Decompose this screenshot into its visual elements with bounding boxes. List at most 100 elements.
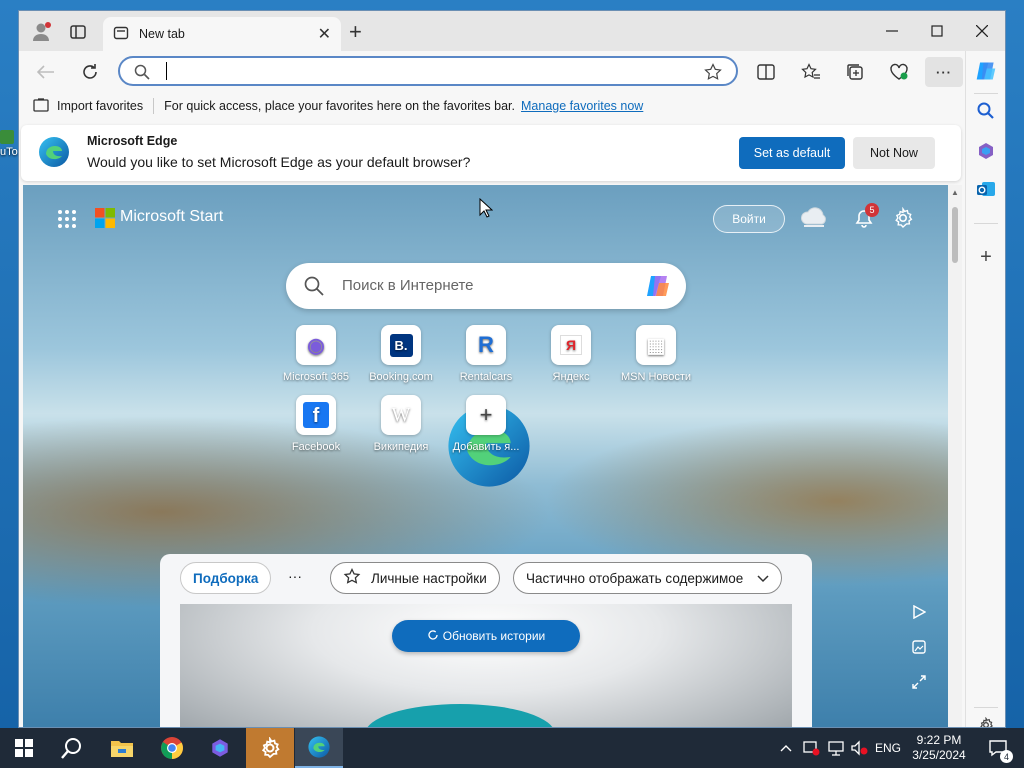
- copilot-taskbar-icon[interactable]: [196, 728, 244, 768]
- weather-cloud-icon[interactable]: [800, 206, 828, 231]
- quick-link-wikipedia[interactable]: W Википедия: [361, 395, 441, 453]
- import-favorites-link[interactable]: Import favorites: [57, 99, 143, 113]
- tab-new-tab[interactable]: New tab ✕: [103, 17, 341, 51]
- play-icon[interactable]: [912, 604, 927, 622]
- copilot-icon[interactable]: [644, 273, 672, 302]
- network-tray-icon[interactable]: [824, 728, 848, 768]
- sidebar-settings-gear-icon[interactable]: [974, 713, 998, 727]
- default-browser-banner: Microsoft Edge Would you like to set Mic…: [21, 125, 961, 181]
- close-window-button[interactable]: [962, 19, 1002, 43]
- security-tray-icon[interactable]: [800, 728, 824, 768]
- notification-count-badge: 5: [865, 203, 879, 217]
- tab-bar: New tab ✕ +: [19, 11, 1005, 51]
- quick-link-microsoft-365[interactable]: ◉ Microsoft 365: [276, 325, 356, 383]
- scrollbar-thumb[interactable]: [952, 207, 958, 263]
- maximize-button[interactable]: [917, 19, 957, 43]
- quick-link-label: MSN Новости: [620, 371, 692, 383]
- set-as-default-button[interactable]: Set as default: [739, 137, 845, 169]
- scroll-up-arrow-icon[interactable]: ▲: [951, 188, 959, 197]
- language-indicator[interactable]: ENG: [872, 728, 904, 768]
- page-settings-gear-icon[interactable]: [892, 206, 914, 232]
- refresh-stories-label: Обновить истории: [442, 629, 546, 643]
- minimize-button[interactable]: [872, 19, 912, 43]
- import-favorites-icon: [33, 97, 49, 115]
- copilot-sidebar-icon[interactable]: [974, 59, 998, 83]
- new-tab-button[interactable]: +: [349, 21, 369, 43]
- expand-icon[interactable]: [912, 675, 926, 692]
- close-tab-icon[interactable]: ✕: [318, 24, 331, 44]
- sign-in-button[interactable]: Войти: [713, 205, 785, 233]
- sidebar-divider: [974, 223, 998, 224]
- desktop-app-icon: [0, 130, 14, 144]
- web-search-box[interactable]: Поиск в Интернете: [286, 263, 686, 309]
- browser-essentials-icon[interactable]: [884, 57, 914, 87]
- favorites-bar: Import favorites For quick access, place…: [19, 91, 1005, 121]
- edge-taskbar-icon[interactable]: [295, 728, 343, 768]
- start-button[interactable]: [0, 728, 48, 768]
- quick-link-rentalcars[interactable]: R Rentalcars: [446, 325, 526, 383]
- personalize-icon: [343, 567, 361, 589]
- show-hidden-icons-chevron-icon[interactable]: [776, 728, 796, 768]
- brand-name: Microsoft Start: [120, 208, 224, 225]
- volume-muted-tray-icon[interactable]: [848, 728, 872, 768]
- sidebar-add-icon[interactable]: +: [974, 245, 998, 269]
- quick-link-label: Rentalcars: [459, 371, 513, 383]
- chrome-icon[interactable]: [148, 728, 196, 768]
- background-image-icon[interactable]: [912, 640, 926, 657]
- page-scrollbar[interactable]: ▲: [948, 185, 962, 727]
- file-explorer-icon[interactable]: [98, 728, 146, 768]
- web-search-placeholder: Поиск в Интернете: [342, 277, 474, 294]
- address-bar[interactable]: [118, 56, 738, 86]
- edge-logo-icon: [37, 135, 71, 172]
- divider: [153, 98, 155, 114]
- not-now-button[interactable]: Not Now: [853, 137, 935, 169]
- refresh-button[interactable]: [75, 57, 105, 87]
- favorite-star-icon[interactable]: [704, 63, 722, 84]
- refresh-stories-button[interactable]: Обновить истории: [392, 620, 580, 652]
- clock[interactable]: 9:22 PM 3/25/2024: [906, 728, 972, 768]
- profile-icon[interactable]: [31, 21, 53, 43]
- feed-hero-image[interactable]: Обновить истории: [180, 604, 792, 727]
- quick-link-label: Facebook: [291, 441, 341, 453]
- quick-link-msn-news[interactable]: ▦ MSN Новости: [616, 325, 696, 383]
- quick-link-yandex[interactable]: Я Яндекс: [531, 325, 611, 383]
- manage-favorites-link[interactable]: Manage favorites now: [521, 99, 643, 113]
- sidebar-outlook-icon[interactable]: [974, 177, 998, 201]
- personalize-button[interactable]: Личные настройки: [330, 562, 500, 594]
- taskbar: ENG 9:22 PM 3/25/2024 4: [0, 728, 1024, 768]
- tab-top-stories[interactable]: Подборка: [180, 562, 272, 594]
- collections-icon[interactable]: [840, 57, 870, 87]
- app-launcher-icon[interactable]: [57, 209, 77, 232]
- sidebar-search-icon[interactable]: [974, 99, 998, 123]
- notification-badge: 4: [1000, 750, 1013, 763]
- action-center-icon[interactable]: 4: [978, 728, 1018, 768]
- quick-link-booking[interactable]: B. Booking.com: [361, 325, 441, 383]
- content-display-dropdown[interactable]: Частично отображать содержимое: [513, 562, 783, 594]
- refresh-icon: [427, 629, 439, 644]
- tab-title: New tab: [139, 27, 185, 41]
- feed-more-button[interactable]: ···: [288, 568, 302, 584]
- quick-link-label: Яндекс: [552, 371, 590, 383]
- sidebar-microsoft-365-icon[interactable]: [974, 139, 998, 163]
- taskbar-search-icon[interactable]: [48, 728, 96, 768]
- split-screen-icon[interactable]: [751, 57, 781, 87]
- tab-actions-icon[interactable]: [69, 23, 87, 41]
- quick-link-label: Booking.com: [369, 371, 433, 383]
- booking-icon: B.: [381, 325, 421, 365]
- quick-link-label: Википедия: [373, 441, 429, 453]
- favorites-icon[interactable]: [796, 57, 826, 87]
- clock-time: 9:22 PM: [916, 733, 962, 747]
- quick-link-add-site[interactable]: + Добавить я...: [446, 395, 526, 453]
- sidebar-divider: [974, 707, 998, 708]
- msn-news-icon: ▦: [636, 325, 676, 365]
- settings-taskbar-icon[interactable]: [246, 728, 294, 768]
- settings-more-button[interactable]: ···: [925, 57, 963, 87]
- hero-subject-image: [365, 704, 555, 727]
- quick-link-label: Добавить я...: [452, 441, 520, 453]
- text-cursor: [166, 62, 167, 80]
- back-button[interactable]: [31, 57, 61, 87]
- desktop-icon[interactable]: uTo: [0, 130, 18, 174]
- sidebar-divider: [974, 93, 998, 94]
- quick-link-facebook[interactable]: f Facebook: [276, 395, 356, 453]
- quick-link-label: Microsoft 365: [282, 371, 350, 383]
